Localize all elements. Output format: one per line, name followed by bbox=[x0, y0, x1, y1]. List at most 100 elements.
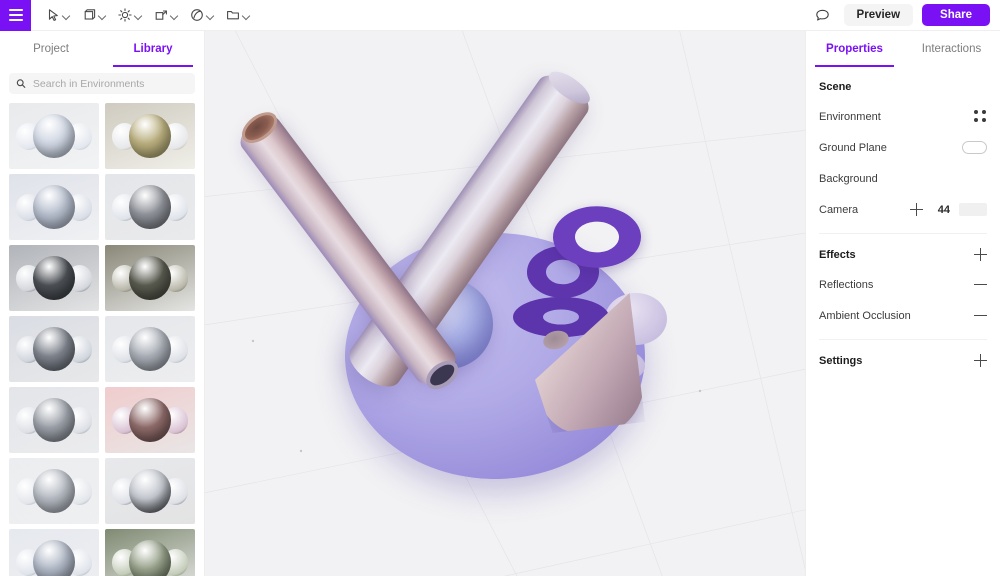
sun-light-icon bbox=[118, 8, 132, 22]
camera-label: Camera bbox=[819, 203, 859, 216]
tab-project[interactable]: Project bbox=[0, 31, 102, 67]
properties-panel: Properties Interactions Scene Environmen… bbox=[805, 31, 1000, 576]
folder-icon bbox=[227, 11, 239, 20]
move-object-icon bbox=[155, 10, 167, 20]
camera-slider[interactable] bbox=[959, 203, 987, 216]
background-label: Background bbox=[819, 172, 878, 185]
settings-section-title: Settings bbox=[819, 354, 863, 367]
chevron-down-icon bbox=[63, 12, 70, 19]
search-container bbox=[0, 67, 204, 103]
ground-plane-toggle[interactable] bbox=[962, 141, 987, 154]
ambient-occlusion-label: Ambient Occlusion bbox=[819, 309, 911, 322]
environment-thumbnail-grid[interactable] bbox=[0, 103, 204, 576]
environment-label: Environment bbox=[819, 110, 881, 123]
thumb-sphere-main bbox=[33, 256, 75, 300]
camera-add-icon[interactable] bbox=[910, 203, 923, 216]
reflections-label: Reflections bbox=[819, 278, 874, 291]
material-sphere-icon bbox=[191, 9, 203, 21]
thumb-sphere-main bbox=[33, 540, 75, 576]
thumb-sphere-main bbox=[129, 469, 171, 513]
left-sidebar: Project Library bbox=[0, 31, 205, 576]
search-box[interactable] bbox=[9, 73, 195, 94]
chevron-down-icon bbox=[99, 12, 106, 19]
environment-thumbnail[interactable] bbox=[9, 103, 99, 169]
select-tool[interactable] bbox=[40, 5, 76, 25]
light-tool[interactable] bbox=[112, 5, 148, 25]
settings-section-header: Settings bbox=[819, 340, 987, 375]
tab-interactions[interactable]: Interactions bbox=[903, 31, 1000, 67]
scene-section: Scene Environment Ground Plane Backgroun… bbox=[806, 67, 1000, 375]
chevron-down-icon bbox=[207, 12, 214, 19]
app-root: Preview Share Project Library Search in … bbox=[0, 0, 1000, 576]
3d-scene-viewport[interactable] bbox=[205, 31, 805, 576]
effects-add-icon[interactable] bbox=[974, 248, 987, 261]
transform-tool[interactable] bbox=[148, 5, 184, 25]
thumb-sphere-main bbox=[33, 114, 75, 158]
grid-dots-icon[interactable] bbox=[974, 110, 987, 123]
environment-thumbnail[interactable] bbox=[9, 316, 99, 382]
environment-thumbnail[interactable] bbox=[105, 103, 195, 169]
viewport-canvas bbox=[205, 31, 805, 576]
object-tool[interactable] bbox=[76, 5, 112, 25]
thumb-sphere-main bbox=[129, 256, 171, 300]
effects-section-header: Effects bbox=[819, 234, 987, 269]
environment-thumbnail[interactable] bbox=[9, 174, 99, 240]
camera-value: 44 bbox=[937, 203, 950, 216]
cube-icon bbox=[84, 9, 96, 20]
row-camera: Camera 44 bbox=[819, 194, 987, 225]
environment-thumbnail[interactable] bbox=[105, 458, 195, 524]
thumb-sphere-main bbox=[33, 398, 75, 442]
search-icon bbox=[16, 79, 26, 88]
chevron-down-icon bbox=[171, 12, 178, 19]
thumb-sphere-main bbox=[129, 114, 171, 158]
hamburger-menu-icon[interactable] bbox=[0, 0, 31, 31]
properties-tabs: Properties Interactions bbox=[806, 31, 1000, 67]
thumb-sphere-main bbox=[33, 327, 75, 371]
environment-thumbnail[interactable] bbox=[105, 245, 195, 311]
environment-thumbnail[interactable] bbox=[9, 387, 99, 453]
thumb-sphere-main bbox=[33, 185, 75, 229]
row-ambient-occlusion: Ambient Occlusion bbox=[819, 300, 987, 331]
environment-thumbnail[interactable] bbox=[105, 316, 195, 382]
environment-thumbnail[interactable] bbox=[9, 529, 99, 576]
row-background: Background bbox=[819, 163, 987, 194]
chevron-down-icon bbox=[135, 12, 142, 19]
row-reflections: Reflections bbox=[819, 269, 987, 300]
tab-properties[interactable]: Properties bbox=[806, 31, 903, 67]
settings-add-icon[interactable] bbox=[974, 354, 987, 367]
ambient-occlusion-remove-icon[interactable] bbox=[974, 309, 987, 322]
environment-thumbnail[interactable] bbox=[9, 458, 99, 524]
camera-controls: 44 bbox=[910, 203, 987, 216]
share-button[interactable]: Share bbox=[922, 4, 990, 26]
top-right-actions: Preview Share bbox=[811, 3, 1000, 27]
main-body: Project Library Search in Environments P… bbox=[0, 31, 1000, 576]
preview-button[interactable]: Preview bbox=[843, 4, 914, 26]
search-input[interactable] bbox=[32, 77, 188, 90]
tool-group bbox=[40, 5, 256, 25]
3d-objects-group bbox=[205, 31, 805, 576]
ground-plane-label: Ground Plane bbox=[819, 141, 887, 154]
environment-thumbnail[interactable] bbox=[9, 245, 99, 311]
effects-section-title: Effects bbox=[819, 248, 856, 261]
top-toolbar: Preview Share bbox=[0, 0, 1000, 31]
thumb-sphere-main bbox=[129, 398, 171, 442]
chevron-down-icon bbox=[243, 12, 250, 19]
thumb-sphere-main bbox=[129, 540, 171, 576]
scene-section-title: Scene bbox=[819, 81, 852, 93]
sidebar-tabs: Project Library bbox=[0, 31, 204, 67]
reflections-remove-icon[interactable] bbox=[974, 278, 987, 291]
thumb-sphere-main bbox=[129, 327, 171, 371]
tab-library[interactable]: Library bbox=[102, 31, 204, 67]
assets-tool[interactable] bbox=[220, 5, 256, 25]
comment-button[interactable] bbox=[811, 3, 835, 27]
row-environment: Environment bbox=[819, 101, 987, 132]
speech-bubble-icon bbox=[816, 9, 829, 21]
thumb-sphere-main bbox=[129, 185, 171, 229]
environment-thumbnail[interactable] bbox=[105, 174, 195, 240]
environment-thumbnail[interactable] bbox=[105, 387, 195, 453]
row-ground-plane: Ground Plane bbox=[819, 132, 987, 163]
cursor-arrow-icon bbox=[48, 9, 58, 21]
thumb-sphere-main bbox=[33, 469, 75, 513]
environment-thumbnail[interactable] bbox=[105, 529, 195, 576]
material-tool[interactable] bbox=[184, 5, 220, 25]
